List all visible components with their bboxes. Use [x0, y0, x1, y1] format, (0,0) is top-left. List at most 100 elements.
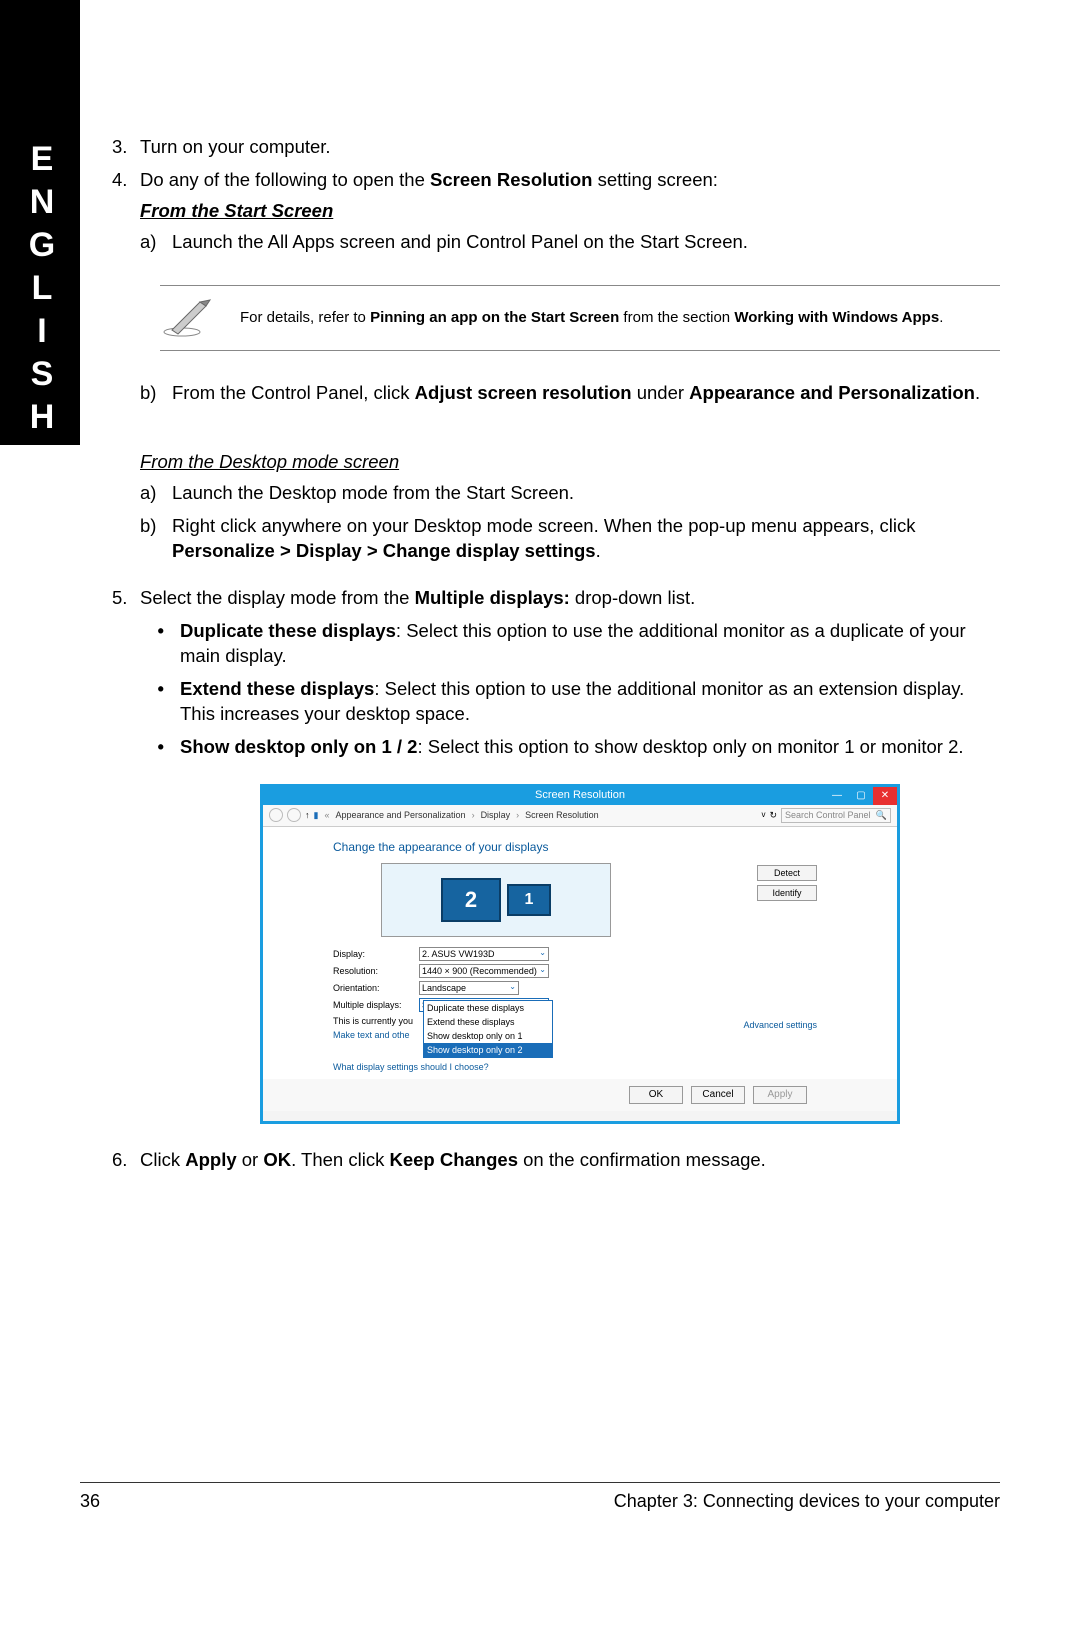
desk-a-text: Launch the Desktop mode from the Start S… — [172, 481, 574, 506]
step-4-bold: Screen Resolution — [430, 169, 592, 190]
s6-mid1: or — [237, 1149, 264, 1170]
step-3-text: Turn on your computer. — [140, 135, 1000, 160]
desk-b-text: Right click anywhere on your Desktop mod… — [172, 514, 1000, 564]
resolution-value: 1440 × 900 (Recommended) — [422, 965, 537, 977]
nav-forward-icon[interactable] — [287, 808, 301, 822]
chevron-down-icon: ⌄ — [539, 948, 546, 959]
note-block: For details, refer to Pinning an app on … — [160, 285, 1000, 351]
resolution-label: Resolution: — [333, 965, 419, 977]
multiple-displays-dropdown[interactable]: Duplicate these displays Extend these di… — [423, 1000, 553, 1059]
cancel-button[interactable]: Cancel — [691, 1086, 745, 1104]
note-post: . — [939, 309, 943, 326]
monitor-1-icon[interactable]: 1 — [507, 884, 551, 916]
search-icon: 🔍 — [876, 809, 887, 821]
close-icon[interactable]: ✕ — [873, 787, 897, 805]
identify-button[interactable]: Identify — [757, 885, 817, 901]
step-4-pre: Do any of the following to open the — [140, 169, 430, 190]
window-title: Screen Resolution — [535, 788, 625, 803]
orientation-label: Orientation: — [333, 982, 419, 994]
display-value: 2. ASUS VW193D — [422, 948, 495, 960]
bullet-2: Extend these displays: Select this optio… — [180, 677, 1000, 727]
display-label: Display: — [333, 948, 419, 960]
nav-up-icon[interactable]: ↑ — [305, 809, 310, 821]
advanced-settings-link[interactable]: Advanced settings — [743, 1019, 817, 1031]
step-6-number: 6. — [80, 1148, 140, 1173]
s4b-mid: under — [632, 382, 690, 403]
minimize-icon[interactable]: — — [825, 787, 849, 805]
spacer — [80, 381, 140, 406]
display-select[interactable]: 2. ASUS VW193D ⌄ — [419, 947, 549, 961]
chevron-down-icon: ⌄ — [539, 965, 546, 976]
step-5-number: 5. — [80, 586, 140, 768]
window-body: Change the appearance of your displays D… — [263, 827, 897, 1079]
s6-mid2: . Then click — [291, 1149, 389, 1170]
page-content: 3. Turn on your computer. 4. Do any of t… — [80, 135, 1000, 1181]
detect-button[interactable]: Detect — [757, 865, 817, 881]
step-4-post: setting screen: — [592, 169, 717, 190]
chapter-label: Chapter 3: Connecting devices to your co… — [614, 1491, 1000, 1512]
s5-b: Multiple displays: — [415, 587, 570, 608]
desk-b-mark: b) — [140, 514, 172, 564]
bullet-1-mark: • — [140, 619, 180, 669]
orientation-select[interactable]: Landscape⌄ — [419, 981, 519, 995]
s4b-post: . — [975, 382, 980, 403]
db-post: . — [596, 540, 601, 561]
resolution-select[interactable]: 1440 × 900 (Recommended)⌄ — [419, 964, 549, 978]
bul1-b: Duplicate these displays — [180, 620, 396, 641]
spacer-2 — [80, 450, 140, 564]
page-footer: 36 Chapter 3: Connecting devices to your… — [80, 1482, 1000, 1512]
s5-pre: Select the display mode from the — [140, 587, 415, 608]
multiple-displays-label: Multiple displays: — [333, 999, 419, 1011]
step-6-body: Click Apply or OK. Then click Keep Chang… — [140, 1148, 1000, 1173]
monitor-2-icon[interactable]: 2 — [441, 878, 501, 922]
nav-back-icon[interactable] — [269, 808, 283, 822]
note-pre: For details, refer to — [240, 309, 370, 326]
step-4b-text: From the Control Panel, click Adjust scr… — [172, 381, 980, 406]
step-3-number: 3. — [80, 135, 140, 160]
step-4a-text: Launch the All Apps screen and pin Contr… — [172, 230, 748, 255]
dd-option-only2[interactable]: Show desktop only on 2 — [424, 1043, 552, 1057]
s5-post: drop-down list. — [570, 587, 695, 608]
bullet-3: Show desktop only on 1 / 2: Select this … — [180, 735, 1000, 760]
orientation-value: Landscape — [422, 982, 466, 994]
bul3-t: : Select this option to show desktop onl… — [417, 736, 963, 757]
note-text: For details, refer to Pinning an app on … — [240, 307, 943, 328]
window-titlebar[interactable]: Screen Resolution — ▢ ✕ — [263, 787, 897, 805]
pen-icon — [160, 298, 216, 338]
bullet-2-mark: • — [140, 677, 180, 727]
crumb-3[interactable]: Screen Resolution — [525, 809, 599, 821]
from-desktop-heading: From the Desktop mode screen — [140, 450, 1000, 475]
page-number: 36 — [80, 1491, 100, 1512]
dd-option-extend[interactable]: Extend these displays — [424, 1015, 552, 1029]
make-text-link[interactable]: Make text and othe — [333, 1029, 827, 1041]
bul2-b: Extend these displays — [180, 678, 374, 699]
monitor-preview[interactable]: 2 1 — [381, 863, 611, 937]
language-tab: ENGLISH — [0, 0, 80, 445]
crumb-2[interactable]: Display — [481, 809, 511, 821]
s4b-pre: From the Control Panel, click — [172, 382, 415, 403]
bullet-3-mark: • — [140, 735, 180, 760]
s6-post: on the confirmation message. — [518, 1149, 766, 1170]
s4b-b1: Adjust screen resolution — [415, 382, 632, 403]
language-label: ENGLISH — [22, 140, 61, 441]
address-bar: ↑ ▮ « Appearance and Personalization › D… — [263, 805, 897, 827]
ok-button[interactable]: OK — [629, 1086, 683, 1104]
step-4a-mark: a) — [140, 230, 172, 255]
crumb-1[interactable]: Appearance and Personalization — [335, 809, 465, 821]
step-4-number: 4. — [80, 168, 140, 255]
s6-b1: Apply — [185, 1149, 236, 1170]
apply-button[interactable]: Apply — [753, 1086, 807, 1104]
note-bold-2: Working with Windows Apps — [734, 309, 939, 326]
screen-resolution-window: Screen Resolution — ▢ ✕ ↑ ▮ « Appearance… — [260, 784, 900, 1124]
dd-option-only1[interactable]: Show desktop only on 1 — [424, 1029, 552, 1043]
help-link[interactable]: What display settings should I choose? — [333, 1061, 827, 1073]
db-pre: Right click anywhere on your Desktop mod… — [172, 515, 915, 536]
maximize-icon[interactable]: ▢ — [849, 787, 873, 805]
step-4-body: Do any of the following to open the Scre… — [140, 168, 1000, 255]
from-start-heading: From the Start Screen — [140, 199, 1000, 224]
note-bold-1: Pinning an app on the Start Screen — [370, 309, 619, 326]
search-input[interactable]: Search Control Panel🔍 — [781, 808, 891, 823]
s6-b2: OK — [263, 1149, 291, 1170]
dd-option-duplicate[interactable]: Duplicate these displays — [424, 1001, 552, 1015]
window-footer: OK Cancel Apply — [263, 1079, 897, 1111]
